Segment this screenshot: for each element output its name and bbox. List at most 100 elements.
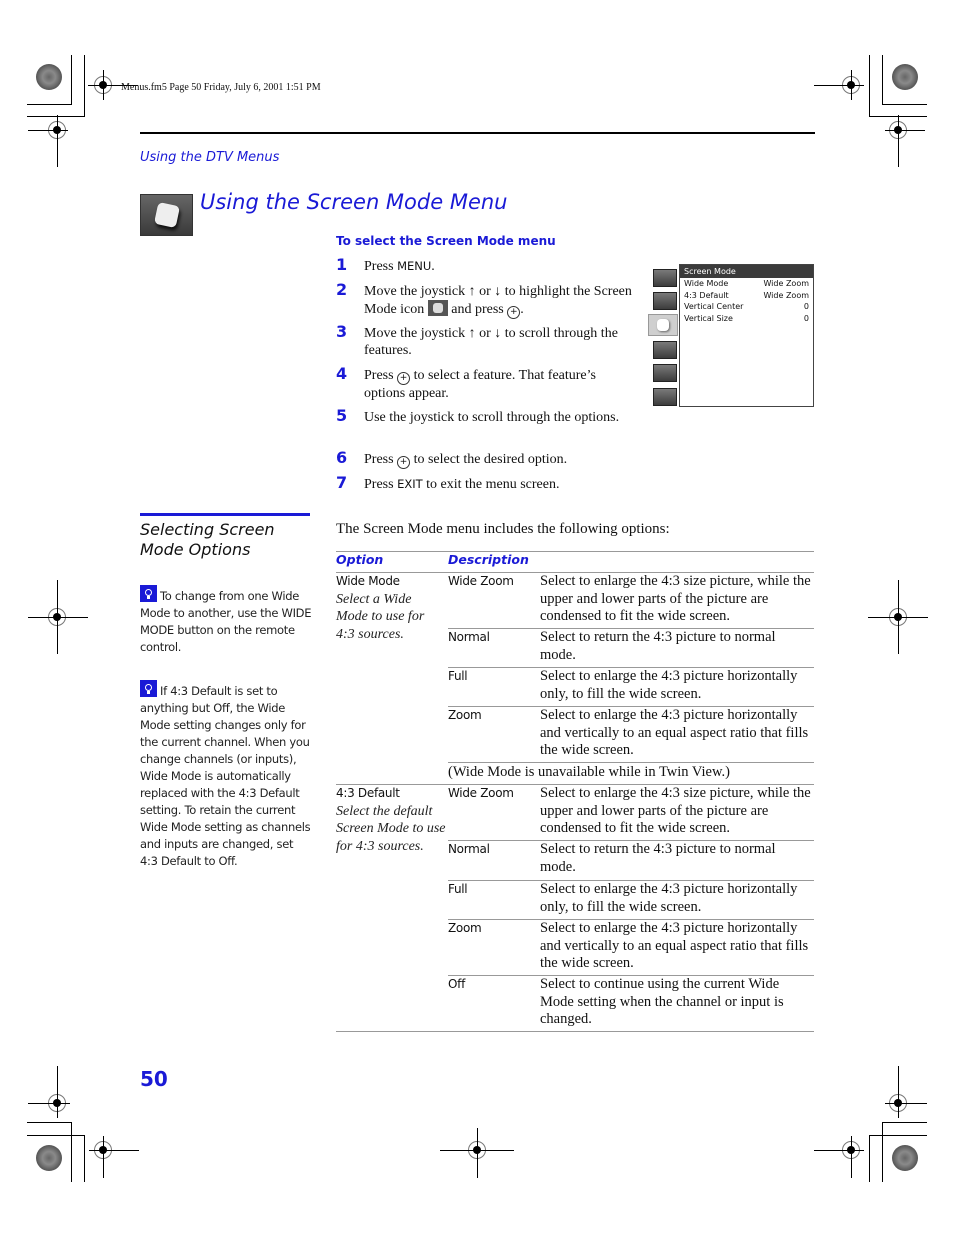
page-number: 50: [140, 1067, 168, 1091]
column-header-option: Option: [336, 552, 384, 567]
crop-line: [477, 1128, 478, 1178]
crop-line: [28, 130, 68, 131]
step-text: and press: [447, 302, 508, 317]
tip: To change from one Wide Mode to another,…: [140, 585, 312, 656]
crop-line: [28, 1103, 70, 1104]
crop-line: [57, 115, 58, 167]
description-cell: Select to return the 4:3 picture to norm…: [540, 841, 776, 875]
sidebar-rule: [140, 513, 310, 516]
step-number: 7: [336, 473, 348, 492]
screen-mode-icon: [140, 194, 193, 236]
value-cell: Normal: [448, 630, 490, 644]
tip-text: To change from one Wide Mode to another,…: [140, 589, 312, 654]
registration-disc-icon: [892, 1145, 918, 1171]
joystick-button-icon: +: [507, 306, 521, 319]
table-rule: [336, 551, 814, 552]
crop-line: [814, 85, 864, 86]
step-text: .: [431, 259, 435, 274]
setup-icon: [653, 388, 677, 406]
menu-panel: Screen Mode Wide Mode Wide Zoom 4:3 Defau…: [679, 264, 814, 407]
step-text: Move the joystick ↑ or ↓ to scroll throu…: [364, 326, 618, 358]
page-title: Using the Screen Mode Menu: [200, 190, 508, 214]
crop-line: [89, 1150, 139, 1151]
step-text: Press: [364, 477, 398, 492]
menu-row-label: Vertical Size: [684, 313, 733, 323]
description-cell: Select to enlarge the 4:3 size picture, …: [540, 573, 811, 624]
screen-mode-icon: [648, 314, 678, 336]
crop-line: [898, 115, 899, 167]
parental-icon: [653, 364, 677, 382]
crop-line: [882, 1122, 883, 1182]
menu-button-label: MENU: [397, 259, 432, 273]
menu-row-value: Wide Zoom: [763, 290, 809, 300]
tip-text: If 4:3 Default is set to anything but Of…: [140, 684, 311, 868]
crop-line: [869, 55, 870, 117]
option-name: 4:3 Default: [336, 786, 400, 800]
crop-line: [882, 104, 927, 105]
lightbulb-tip-icon: [140, 680, 157, 697]
crop-line: [84, 55, 85, 117]
crop-line: [885, 130, 925, 131]
running-head: Using the DTV Menus: [140, 150, 280, 165]
tip: If 4:3 Default is set to anything but Of…: [140, 680, 312, 870]
value-cell: Full: [448, 882, 468, 896]
step-text: .: [520, 302, 524, 317]
description-cell: Select to continue using the current Wid…: [540, 976, 784, 1027]
description-cell: Select to enlarge the 4:3 size picture, …: [540, 785, 811, 836]
description-cell: Select to return the 4:3 picture to norm…: [540, 629, 776, 663]
menu-row: Vertical Size 0: [680, 313, 813, 325]
menu-row-value: 0: [803, 313, 809, 323]
joystick-button-icon: +: [397, 456, 411, 469]
crop-line: [898, 580, 899, 654]
screen-mode-menu-screenshot: Screen Mode Wide Mode Wide Zoom 4:3 Defau…: [648, 264, 814, 407]
table-rule: [448, 762, 814, 763]
crop-line: [71, 55, 72, 105]
step-text: Use the joystick to scroll through the o…: [364, 410, 620, 425]
step-number: 3: [336, 322, 348, 341]
menu-row-value: 0: [803, 302, 809, 311]
column-header-description: Description: [448, 552, 529, 567]
crop-line: [27, 116, 85, 117]
crop-line: [27, 104, 72, 105]
menu-row-label: Vertical Center: [684, 302, 744, 311]
procedure-heading: To select the Screen Mode menu: [336, 234, 556, 248]
crop-line: [57, 1066, 58, 1118]
crop-line: [57, 580, 58, 654]
value-cell: Off: [448, 977, 465, 991]
registration-disc-icon: [892, 64, 918, 90]
value-cell: Wide Zoom: [448, 786, 514, 800]
joystick-button-icon: +: [397, 372, 411, 385]
menu-row: Wide Mode Wide Zoom: [680, 278, 813, 290]
step-text: to select the desired option.: [410, 452, 568, 467]
channel-icon: [653, 341, 677, 359]
description-cell: Select to enlarge the 4:3 picture horizo…: [540, 881, 798, 915]
crop-line: [103, 1136, 104, 1178]
video-icon: [653, 269, 677, 287]
menu-row: Vertical Center 0: [680, 301, 813, 313]
crop-line: [885, 1103, 927, 1104]
step-number: 2: [336, 280, 348, 299]
description-cell: Select to enlarge the 4:3 picture horizo…: [540, 707, 809, 758]
menu-panel-title: Screen Mode: [680, 265, 813, 278]
crop-line: [84, 1135, 85, 1182]
menu-row-label: Wide Mode: [684, 279, 729, 288]
crop-line: [28, 617, 88, 618]
menu-row-label: 4:3 Default: [684, 290, 729, 300]
crop-line: [71, 1122, 72, 1182]
menu-row-value: Wide Zoom: [763, 279, 809, 288]
step-text: to exit the menu screen.: [422, 477, 560, 492]
value-cell: Normal: [448, 842, 490, 856]
step-text: Press: [364, 452, 398, 467]
crop-line: [869, 1135, 927, 1136]
table-intro: The Screen Mode menu includes the follow…: [336, 521, 670, 537]
crop-line: [851, 1136, 852, 1178]
value-cell: Full: [448, 669, 468, 683]
table-rule: [336, 1031, 814, 1032]
option-cell: 4:3 Default Select the default Screen Mo…: [336, 785, 446, 855]
option-note: Select a Wide Mode to use for 4:3 source…: [336, 591, 425, 642]
crop-line: [898, 1066, 899, 1118]
description-cell: Select to enlarge the 4:3 picture horizo…: [540, 920, 809, 971]
screen-mode-icon: [427, 300, 448, 316]
option-cell: Wide Mode Select a Wide Mode to use for …: [336, 573, 446, 643]
audio-icon: [653, 292, 677, 310]
